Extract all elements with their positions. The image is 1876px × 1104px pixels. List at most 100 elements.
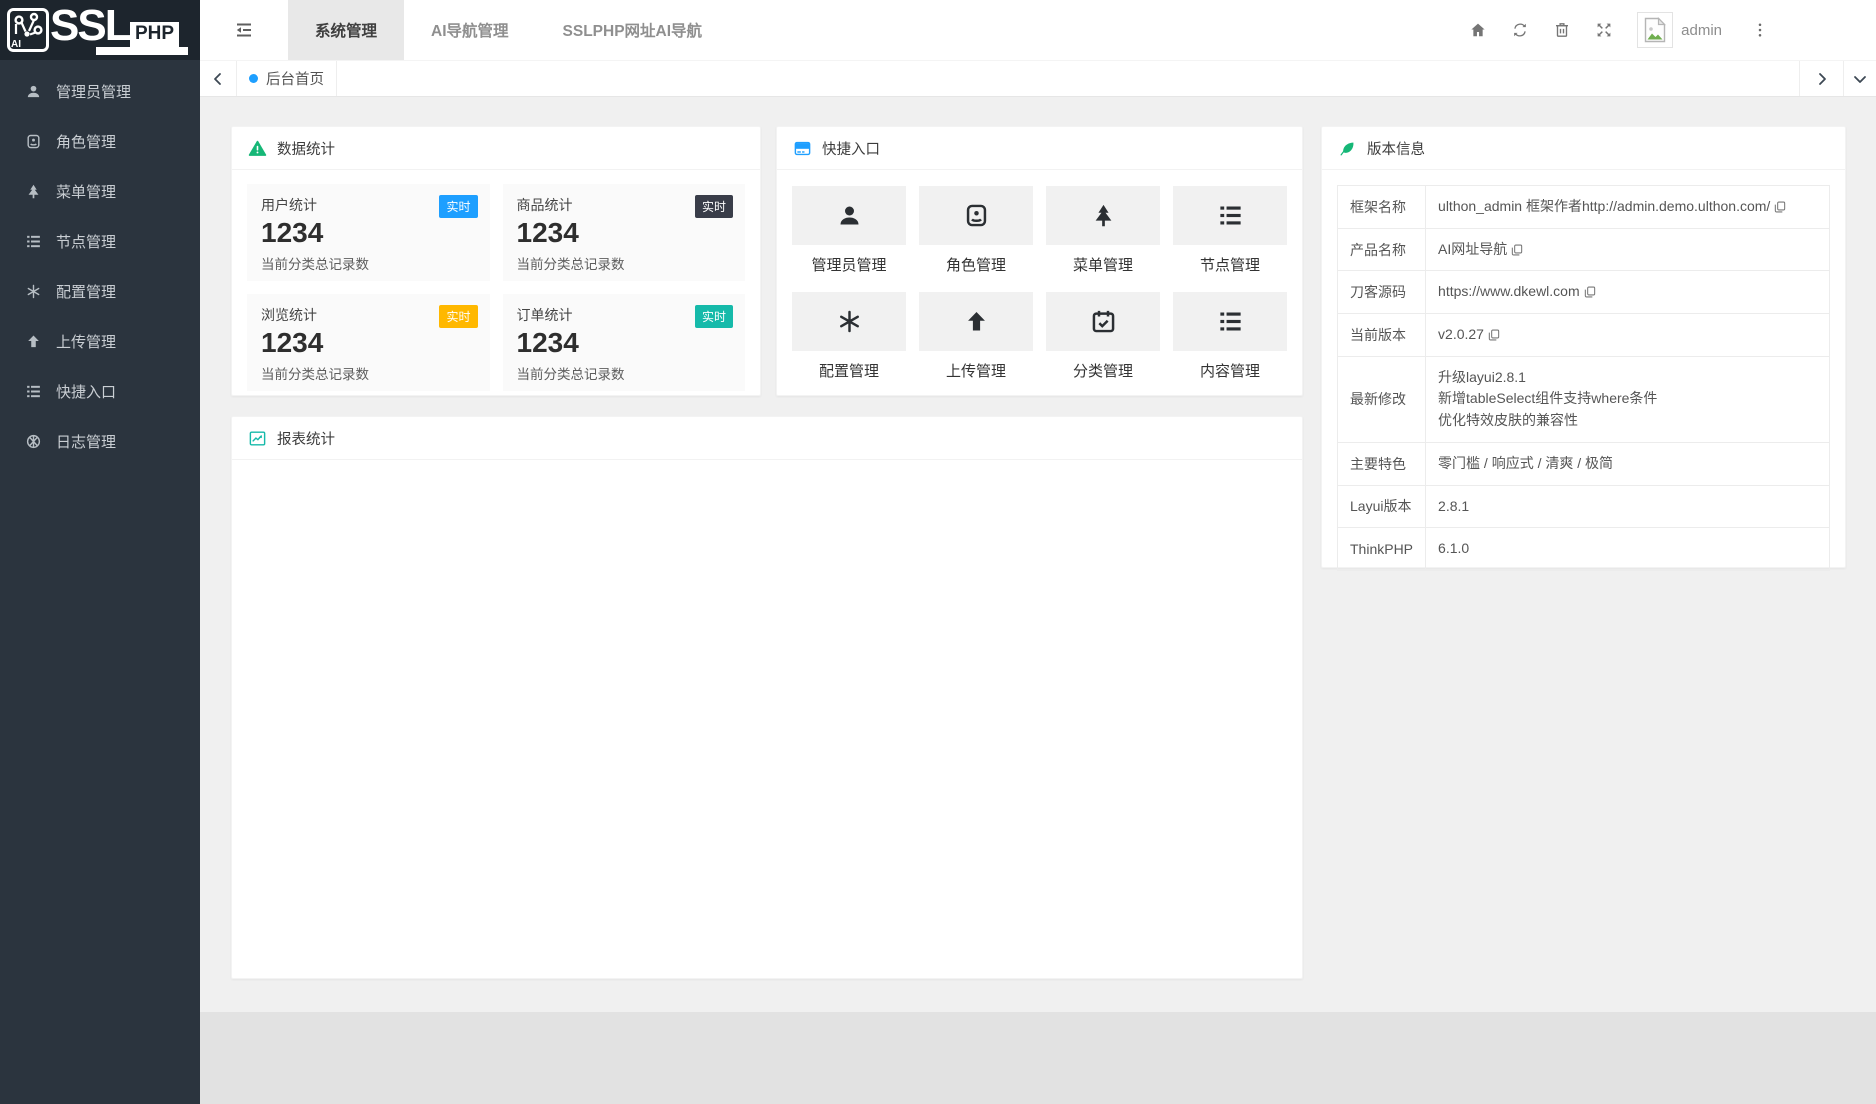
version-row-value: v2.0.27 xyxy=(1438,326,1484,342)
table-row: 主要特色 零门槛 / 响应式 / 清爽 / 极简 xyxy=(1338,442,1830,485)
broken-image-icon xyxy=(1644,17,1666,43)
copy-icon[interactable] xyxy=(1583,285,1597,302)
id-badge-icon xyxy=(25,133,42,150)
stat-caption: 当前分类总记录数 xyxy=(517,363,732,383)
sidebar-collapse-button[interactable] xyxy=(200,0,288,60)
stat-value: 1234 xyxy=(261,328,476,359)
version-row-value: AI网址导航 xyxy=(1438,241,1507,257)
version-row-label: 框架名称 xyxy=(1338,186,1426,229)
tabs-scroll-right-button[interactable] xyxy=(1799,61,1843,96)
topnav-tab-ai-nav[interactable]: AI导航管理 xyxy=(404,0,536,60)
app-logo[interactable]: AI SSL PHP xyxy=(0,0,200,60)
sidebar-item-label: 配置管理 xyxy=(56,281,116,302)
tabs-scroll-left-button[interactable] xyxy=(200,61,237,96)
quick-entry-label: 角色管理 xyxy=(919,254,1033,275)
tree-icon xyxy=(1090,202,1117,229)
version-table-wrap: 框架名称 ulthon_admin 框架作者http://admin.demo.… xyxy=(1322,170,1845,586)
stat-card-orders[interactable]: 订单统计 实时 1234 当前分类总记录数 xyxy=(503,294,746,391)
copy-icon[interactable] xyxy=(1510,243,1524,260)
sidebar-item-upload-manage[interactable]: 上传管理 xyxy=(0,316,200,366)
copy-icon[interactable] xyxy=(1487,328,1501,345)
stat-value: 1234 xyxy=(517,218,732,249)
sidebar-item-role-manage[interactable]: 角色管理 xyxy=(0,116,200,166)
panel-title: 数据统计 xyxy=(277,138,335,159)
main-content: 数据统计 用户统计 实时 1234 当前分类总记录数 商品统计 实时 1234 … xyxy=(200,97,1876,1104)
sidebar-item-label: 快捷入口 xyxy=(56,381,116,402)
quick-entry-grid: 管理员管理 角色管理 菜单管理 节点管理 配置管理 上传管理 xyxy=(777,170,1302,397)
tabs-dropdown-button[interactable] xyxy=(1843,61,1876,96)
sidebar-item-menu-manage[interactable]: 菜单管理 xyxy=(0,166,200,216)
quick-entry-admin[interactable]: 管理员管理 xyxy=(792,186,906,275)
active-tab-dot xyxy=(249,74,258,83)
chart-line-icon xyxy=(248,429,267,448)
quick-entry-category[interactable]: 分类管理 xyxy=(1046,292,1160,381)
topbar: 系统管理 AI导航管理 SSLPHP网址AI导航 xyxy=(200,0,1876,60)
home-button[interactable] xyxy=(1457,0,1499,60)
sidebar-item-admin-manage[interactable]: 管理员管理 xyxy=(0,66,200,116)
quick-entry-node[interactable]: 节点管理 xyxy=(1173,186,1287,275)
realtime-badge: 实时 xyxy=(695,195,733,218)
warning-triangle-icon xyxy=(248,139,267,158)
topnav-tab-label: 系统管理 xyxy=(315,19,377,41)
home-icon xyxy=(1469,21,1487,39)
quick-entry-role[interactable]: 角色管理 xyxy=(919,186,1033,275)
topnav-tab-label: SSLPHP网址AI导航 xyxy=(563,19,703,41)
sidebar-item-config-manage[interactable]: 配置管理 xyxy=(0,266,200,316)
refresh-button[interactable] xyxy=(1499,0,1541,60)
topbar-right: admin xyxy=(1457,0,1876,60)
stat-caption: 当前分类总记录数 xyxy=(261,363,476,383)
table-row: Layui版本 2.8.1 xyxy=(1338,485,1830,528)
quick-entry-upload[interactable]: 上传管理 xyxy=(919,292,1033,381)
table-row: 框架名称 ulthon_admin 框架作者http://admin.demo.… xyxy=(1338,186,1830,229)
table-row: 当前版本 v2.0.27 xyxy=(1338,314,1830,357)
collapse-icon xyxy=(234,20,254,40)
quick-entry-config[interactable]: 配置管理 xyxy=(792,292,906,381)
sidebar-item-label: 日志管理 xyxy=(56,431,116,452)
sidebar-item-node-manage[interactable]: 节点管理 xyxy=(0,216,200,266)
quick-entry-label: 节点管理 xyxy=(1173,254,1287,275)
tab-home-label: 后台首页 xyxy=(266,68,324,89)
fullscreen-button[interactable] xyxy=(1583,0,1625,60)
topnav-tab-label: AI导航管理 xyxy=(431,19,509,41)
stat-card-users[interactable]: 用户统计 实时 1234 当前分类总记录数 xyxy=(247,184,490,281)
sidebar-item-quick-entry[interactable]: 快捷入口 xyxy=(0,366,200,416)
asterisk-icon xyxy=(836,308,863,335)
stat-value: 1234 xyxy=(261,218,476,249)
topnav-tab-system[interactable]: 系统管理 xyxy=(288,0,404,60)
username-label[interactable]: admin xyxy=(1681,22,1722,39)
fullscreen-icon xyxy=(1595,21,1613,39)
tab-home[interactable]: 后台首页 xyxy=(237,61,337,96)
quick-entry-content[interactable]: 内容管理 xyxy=(1173,292,1287,381)
ai-logo-text: AI xyxy=(11,39,21,50)
clear-cache-button[interactable] xyxy=(1541,0,1583,60)
more-menu-button[interactable] xyxy=(1748,0,1772,60)
version-info-header: 版本信息 xyxy=(1322,127,1845,170)
copy-icon[interactable] xyxy=(1773,200,1787,217)
logo-ssl-text: SSL xyxy=(50,1,130,51)
topnav-tab-sslphp-nav[interactable]: SSLPHP网址AI导航 xyxy=(536,0,730,60)
quick-entry-label: 管理员管理 xyxy=(792,254,906,275)
quick-entry-header: 快捷入口 xyxy=(777,127,1302,170)
realtime-badge: 实时 xyxy=(439,195,477,218)
website-icon xyxy=(25,433,42,450)
stat-card-views[interactable]: 浏览统计 实时 1234 当前分类总记录数 xyxy=(247,294,490,391)
quick-entry-label: 内容管理 xyxy=(1173,360,1287,381)
list-icon xyxy=(1217,308,1244,335)
version-row-label: 最新修改 xyxy=(1338,356,1426,442)
quick-entry-menu[interactable]: 菜单管理 xyxy=(1046,186,1160,275)
sidebar-item-log-manage[interactable]: 日志管理 xyxy=(0,416,200,466)
version-row-value: 升级layui2.8.1 新增tableSelect组件支持where条件 优化… xyxy=(1438,369,1657,428)
stat-caption: 当前分类总记录数 xyxy=(517,253,732,273)
stat-value: 1234 xyxy=(517,328,732,359)
sidebar-menu: 管理员管理 角色管理 菜单管理 节点管理 配置管理 上传管理 快捷入口 日志管 xyxy=(0,60,200,466)
stat-card-goods[interactable]: 商品统计 实时 1234 当前分类总记录数 xyxy=(503,184,746,281)
upload-icon xyxy=(25,333,42,350)
list-icon xyxy=(25,233,42,250)
version-row-value: 6.1.0 xyxy=(1438,540,1469,556)
version-row-label: 产品名称 xyxy=(1338,228,1426,271)
ai-circuit-icon: AI xyxy=(7,8,49,52)
chevron-left-icon xyxy=(211,72,225,86)
stats-grid: 用户统计 实时 1234 当前分类总记录数 商品统计 实时 1234 当前分类总… xyxy=(232,170,760,405)
user-avatar[interactable] xyxy=(1637,12,1673,48)
version-row-label: ThinkPHP xyxy=(1338,528,1426,571)
